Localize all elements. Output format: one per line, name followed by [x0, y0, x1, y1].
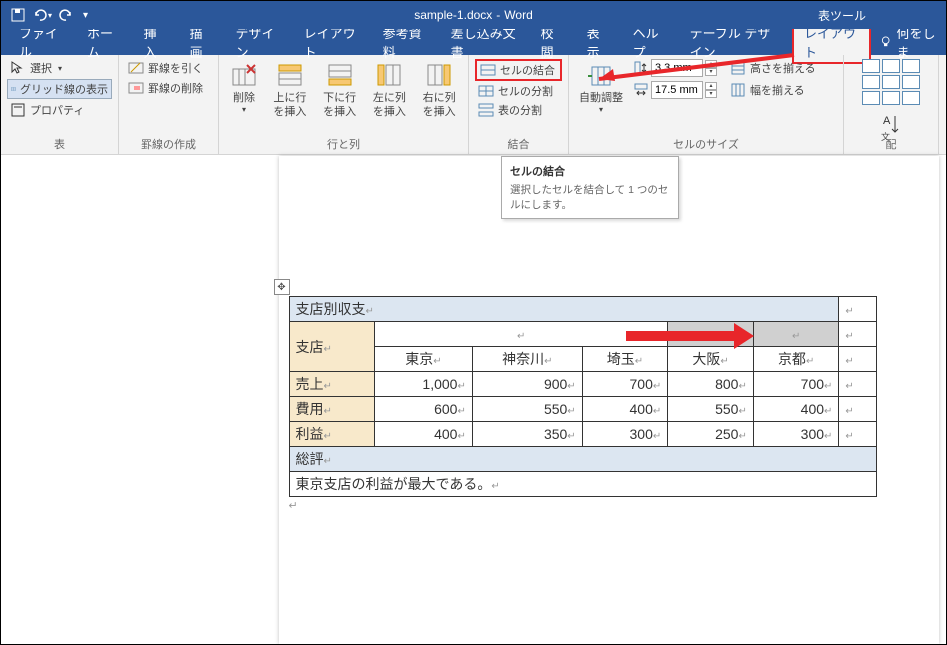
align-br[interactable]: [902, 91, 920, 105]
group-align-label: 配: [844, 136, 938, 152]
col-header[interactable]: 大阪↵: [668, 347, 754, 372]
data-cell[interactable]: 550↵: [668, 397, 754, 422]
table-cell[interactable]: ↵: [839, 322, 876, 347]
data-cell[interactable]: 800↵: [668, 372, 754, 397]
alignment-grid[interactable]: [862, 59, 920, 105]
table-row[interactable]: 費用↵ 600↵ 550↵ 400↵ 550↵ 400↵ ↵: [289, 397, 876, 422]
align-mc[interactable]: [882, 75, 900, 89]
ribbon: 選択▾ グリッド線の表示 プロパティ 表 罫線を引く 罫線の削除 罫線の作成 削…: [1, 55, 946, 155]
lightbulb-icon: [879, 34, 892, 50]
tooltip-body: 選択したセルを結合して 1 つのセルにします。: [510, 182, 670, 212]
annotation-arrow-2: [626, 323, 756, 349]
draw-border-button[interactable]: 罫線を引く: [125, 59, 212, 77]
data-cell[interactable]: 400↵: [753, 397, 839, 422]
ribbon-tabs: ファイル ホーム 挿入 描画 デザイン レイアウト 参考資料 差し込み文書 校閲…: [1, 29, 946, 55]
data-cell[interactable]: 550↵: [472, 397, 582, 422]
split-table-button[interactable]: 表の分割: [475, 101, 562, 119]
group-table-label: 表: [1, 136, 118, 152]
table-cell[interactable]: ↵: [839, 297, 876, 322]
row-header-cell[interactable]: 支店↵: [289, 322, 375, 372]
tooltip-merge-cells: セルの結合 選択したセルを結合して 1 つのセルにします。: [501, 156, 679, 219]
group-size-label: セルのサイズ: [569, 136, 843, 152]
data-cell[interactable]: 1,000↵: [375, 372, 473, 397]
group-rowcol-label: 行と列: [219, 136, 468, 152]
row-label[interactable]: 売上↵: [289, 372, 375, 397]
app-name: Word: [504, 8, 532, 22]
table-cell[interactable]: ↵: [839, 397, 876, 422]
erase-border-button[interactable]: 罫線の削除: [125, 79, 212, 97]
align-bl[interactable]: [862, 91, 880, 105]
table-anchor-icon[interactable]: ✥: [274, 279, 290, 295]
align-bc[interactable]: [882, 91, 900, 105]
doc-name: sample-1.docx: [414, 8, 492, 22]
undo-icon[interactable]: ▾: [31, 4, 53, 26]
spin-down[interactable]: ▾: [705, 90, 717, 98]
split-cells-button[interactable]: セルの分割: [475, 82, 562, 100]
group-rows-cols: 削除▾ 上に行を挿入 下に行を挿入 左に列を挿入 右に列を挿入 行と列: [219, 55, 469, 154]
col-header[interactable]: 東京↵: [375, 347, 473, 372]
select-button[interactable]: 選択▾: [7, 59, 112, 77]
group-borders-label: 罫線の作成: [119, 136, 218, 152]
summary-cell[interactable]: 東京支店の利益が最大である。↵: [289, 472, 876, 497]
data-cell[interactable]: 350↵: [472, 422, 582, 447]
data-cell[interactable]: 400↵: [375, 422, 473, 447]
paragraph-mark: ↵: [289, 499, 939, 512]
data-cell[interactable]: 900↵: [472, 372, 582, 397]
align-tr[interactable]: [902, 59, 920, 73]
selected-cell[interactable]: ↵: [753, 322, 839, 347]
group-table: 選択▾ グリッド線の表示 プロパティ 表: [1, 55, 119, 154]
table-cell[interactable]: ↵: [839, 372, 876, 397]
data-cell[interactable]: 250↵: [668, 422, 754, 447]
annotation-arrow-1: [579, 47, 799, 87]
save-icon[interactable]: [7, 4, 29, 26]
gridlines-button[interactable]: グリッド線の表示: [7, 79, 112, 99]
col-header[interactable]: 神奈川↵: [472, 347, 582, 372]
table-row[interactable]: 売上↵ 1,000↵ 900↵ 700↵ 800↵ 700↵ ↵: [289, 372, 876, 397]
table-cell[interactable]: ↵: [375, 322, 668, 347]
data-cell[interactable]: 600↵: [375, 397, 473, 422]
properties-button[interactable]: プロパティ: [7, 101, 112, 119]
document-area: ✥ 支店別収支↵↵ 支店↵ ↵ ↵ ↵ ↵ 東京↵ 神奈川↵ 埼玉↵ 大阪↵ 京…: [1, 156, 946, 644]
data-cell[interactable]: 400↵: [582, 397, 668, 422]
align-mr[interactable]: [902, 75, 920, 89]
group-merge: セルの結合 セルの分割 表の分割 結合: [469, 55, 569, 154]
data-cell[interactable]: 300↵: [753, 422, 839, 447]
quick-access-toolbar: ▾ ▾: [1, 4, 94, 26]
table-title-cell[interactable]: 支店別収支↵: [289, 297, 839, 322]
svg-text:A: A: [883, 115, 891, 127]
data-cell[interactable]: 700↵: [582, 372, 668, 397]
title-bar: ▾ ▾ sample-1.docx - Word 表ツール: [1, 1, 946, 29]
table-cell[interactable]: ↵: [839, 422, 876, 447]
data-cell[interactable]: 300↵: [582, 422, 668, 447]
align-tl[interactable]: [862, 59, 880, 73]
group-alignment: A文 配: [844, 55, 939, 154]
col-header[interactable]: 埼玉↵: [582, 347, 668, 372]
context-tab-title: 表ツール: [818, 7, 866, 24]
tooltip-title: セルの結合: [510, 163, 670, 179]
summary-header-cell[interactable]: 総評↵: [289, 447, 876, 472]
row-label[interactable]: 費用↵: [289, 397, 375, 422]
data-cell[interactable]: 700↵: [753, 372, 839, 397]
table-row[interactable]: 利益↵ 400↵ 350↵ 300↵ 250↵ 300↵ ↵: [289, 422, 876, 447]
col-header[interactable]: 京都↵: [753, 347, 839, 372]
align-tc[interactable]: [882, 59, 900, 73]
group-borders: 罫線を引く 罫線の削除 罫線の作成: [119, 55, 219, 154]
align-ml[interactable]: [862, 75, 880, 89]
merge-cells-button[interactable]: セルの結合: [475, 59, 562, 81]
page: ✥ 支店別収支↵↵ 支店↵ ↵ ↵ ↵ ↵ 東京↵ 神奈川↵ 埼玉↵ 大阪↵ 京…: [279, 156, 939, 644]
table-cell[interactable]: ↵: [839, 347, 876, 372]
redo-icon[interactable]: [55, 4, 77, 26]
row-label[interactable]: 利益↵: [289, 422, 375, 447]
data-table[interactable]: 支店別収支↵↵ 支店↵ ↵ ↵ ↵ ↵ 東京↵ 神奈川↵ 埼玉↵ 大阪↵ 京都↵…: [289, 296, 877, 497]
group-merge-label: 結合: [469, 136, 568, 152]
window-title: sample-1.docx - Word: [414, 8, 533, 22]
